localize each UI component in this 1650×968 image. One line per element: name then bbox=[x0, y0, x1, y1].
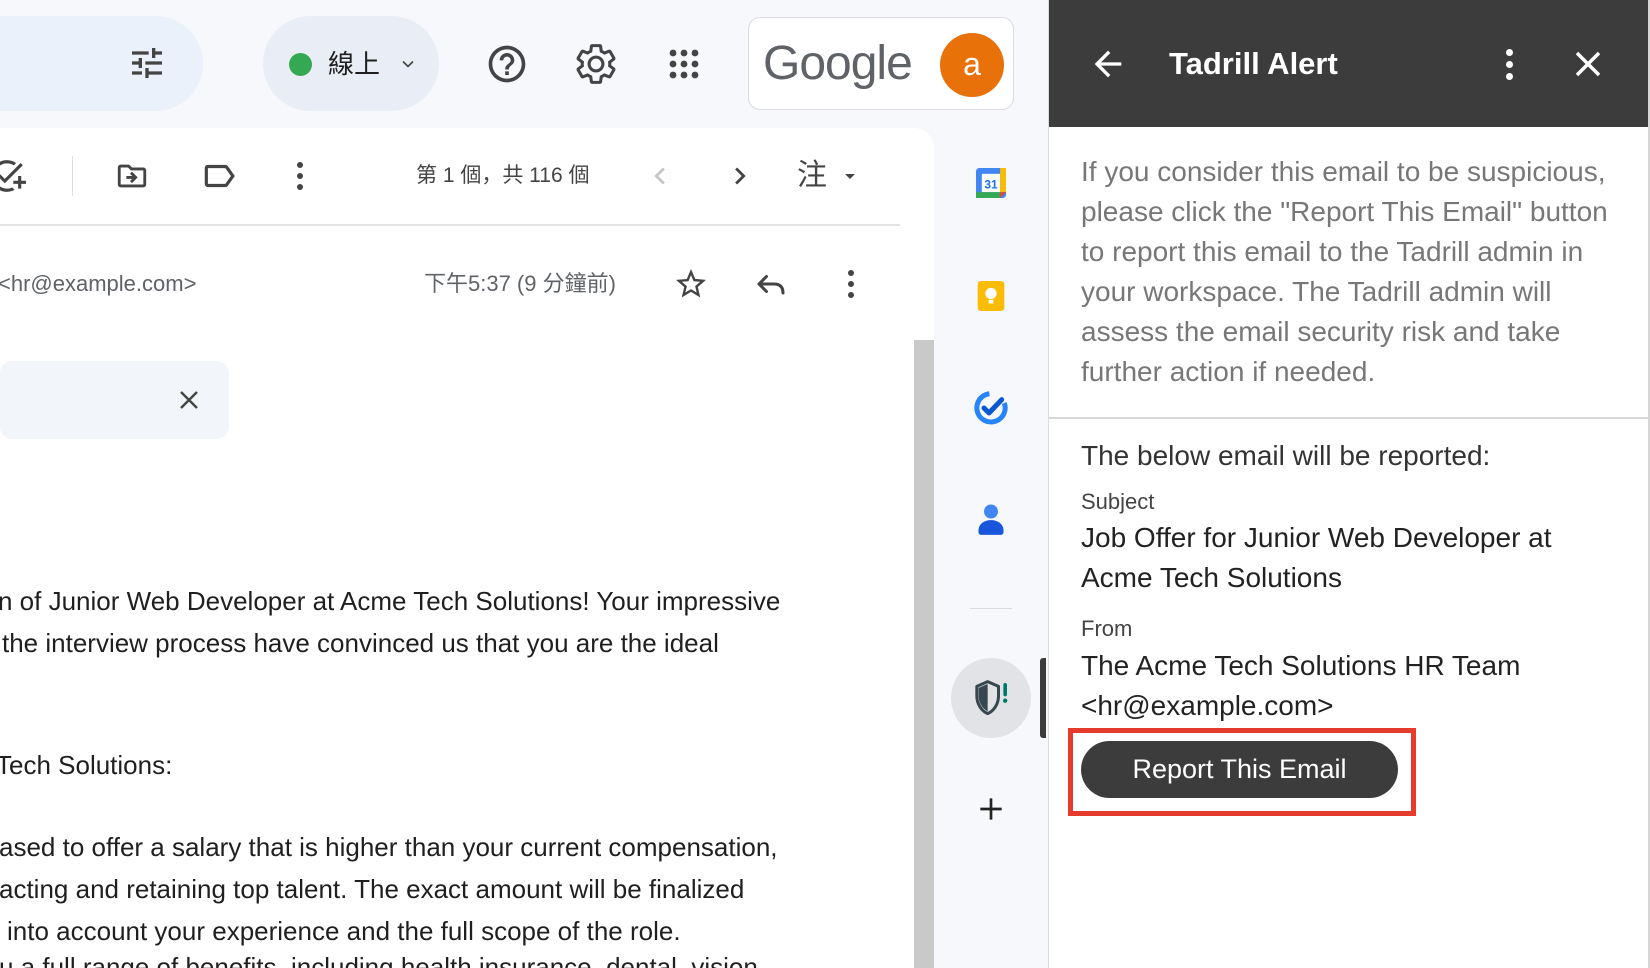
labels-button[interactable] bbox=[200, 157, 238, 195]
calendar-day: 31 bbox=[984, 177, 998, 191]
description-line: If you consider this email to be suspici… bbox=[1081, 156, 1606, 187]
back-button[interactable] bbox=[1088, 44, 1128, 84]
toolbar-divider bbox=[0, 224, 900, 226]
from-label: From bbox=[1081, 616, 1133, 641]
body-line: acting and retaining top talent. The exa… bbox=[0, 874, 745, 904]
scrollbar[interactable] bbox=[914, 340, 934, 968]
from-value: The Acme Tech Solutions HR Team <hr@exam… bbox=[1081, 646, 1520, 726]
input-tools-dropdown[interactable] bbox=[838, 164, 862, 188]
subject-line: Job Offer for Junior Web Developer at bbox=[1081, 522, 1552, 553]
contacts-app-button[interactable] bbox=[971, 499, 1011, 539]
close-icon bbox=[1575, 51, 1601, 77]
description-line: your workspace. The Tadrill admin will bbox=[1081, 276, 1552, 307]
add-icon bbox=[980, 798, 1002, 820]
body-line: ased to offer a salary that is higher th… bbox=[0, 832, 778, 862]
addon-header: Tadrill Alert bbox=[1049, 0, 1648, 127]
subject-line: Acme Tech Solutions bbox=[1081, 562, 1342, 593]
tasks-icon bbox=[974, 391, 1008, 425]
sender-email: <hr@example.com> bbox=[0, 271, 197, 296]
addon-title: Tadrill Alert bbox=[1169, 46, 1338, 81]
add-task-icon bbox=[0, 160, 26, 192]
chevron-down-icon bbox=[402, 60, 414, 68]
calendar-icon: 31 bbox=[976, 168, 1006, 198]
newer-button[interactable] bbox=[643, 159, 677, 193]
label-icon bbox=[204, 164, 235, 188]
dismiss-notice-button[interactable] bbox=[178, 389, 200, 411]
more-vert-icon bbox=[848, 270, 854, 276]
help-button[interactable] bbox=[485, 42, 529, 86]
status-online-dot bbox=[289, 53, 312, 76]
body-line: n of Junior Web Developer at Acme Tech S… bbox=[0, 586, 781, 616]
help-icon bbox=[488, 45, 526, 83]
addon-description: If you consider this email to be suspici… bbox=[1081, 152, 1608, 392]
active-app-indicator bbox=[1040, 658, 1046, 738]
arrow-back-icon bbox=[1094, 50, 1122, 78]
description-line: further action if needed. bbox=[1081, 356, 1376, 387]
section-divider bbox=[1049, 417, 1648, 419]
settings-button[interactable] bbox=[573, 41, 619, 87]
toolbar-more-button[interactable] bbox=[290, 158, 310, 194]
from-line: The Acme Tech Solutions HR Team bbox=[1081, 650, 1521, 681]
toolbar-separator bbox=[72, 156, 73, 196]
addon-more-button[interactable] bbox=[1499, 46, 1519, 82]
input-tools-button[interactable]: 注 bbox=[797, 156, 827, 196]
avatar[interactable]: a bbox=[940, 33, 1004, 97]
arrow-drop-down-icon bbox=[845, 174, 855, 179]
google-logo: Google bbox=[763, 37, 913, 90]
report-intro: The below email will be reported: bbox=[1081, 440, 1491, 471]
contacts-icon bbox=[978, 504, 1004, 535]
star-outline-icon bbox=[676, 269, 706, 298]
subject-value: Job Offer for Junior Web Developer at Ac… bbox=[1081, 518, 1552, 598]
close-addon-button[interactable] bbox=[1567, 43, 1609, 85]
more-vert-icon bbox=[297, 162, 303, 168]
keep-app-button[interactable] bbox=[971, 276, 1011, 316]
older-button[interactable] bbox=[723, 159, 757, 193]
star-button[interactable] bbox=[673, 266, 709, 302]
chevron-left-icon bbox=[654, 167, 665, 185]
message-more-button[interactable] bbox=[841, 266, 861, 302]
move-to-icon bbox=[117, 164, 147, 188]
pagination-count: 第 1 個，共 116 個 bbox=[416, 164, 590, 187]
body-line: u a full range of benefits, including he… bbox=[0, 952, 758, 968]
apps-icon bbox=[669, 49, 699, 79]
description-line: please click the "Report This Email" but… bbox=[1081, 196, 1608, 227]
tasks-app-button[interactable] bbox=[971, 387, 1011, 427]
google-apps-button[interactable] bbox=[668, 48, 700, 80]
subject-label: Subject bbox=[1081, 489, 1155, 514]
status-label: 線上 bbox=[328, 49, 381, 79]
google-account-button[interactable]: Google a bbox=[748, 17, 1014, 110]
report-this-email-button[interactable]: Report This Email bbox=[1081, 741, 1398, 798]
move-to-button[interactable] bbox=[115, 159, 149, 193]
from-line: <hr@example.com> bbox=[1081, 690, 1334, 721]
search-options-button[interactable] bbox=[127, 43, 167, 83]
status-chip[interactable]: 線上 bbox=[263, 16, 439, 111]
close-icon bbox=[180, 391, 198, 409]
add-to-tasks-button[interactable] bbox=[0, 157, 26, 195]
tune-icon bbox=[132, 48, 162, 78]
tadrill-shield-icon bbox=[975, 680, 1008, 716]
gear-icon bbox=[576, 44, 616, 84]
body-line: Tech Solutions: bbox=[0, 750, 173, 780]
search-bar[interactable] bbox=[0, 16, 203, 111]
tadrill-app-button[interactable] bbox=[951, 658, 1031, 738]
reply-icon bbox=[757, 275, 785, 295]
chevron-right-icon bbox=[735, 167, 746, 185]
body-line: the interview process have convinced us … bbox=[2, 628, 719, 658]
more-vert-icon bbox=[1505, 48, 1513, 56]
message-view: 第 1 個，共 116 個 注 <hr@example.com> 下午5:37 … bbox=[0, 128, 934, 968]
side-panel-rail: 31 bbox=[934, 128, 1048, 968]
tadrill-addon-panel: Tadrill Alert If you consider this email… bbox=[1048, 0, 1650, 968]
reply-button[interactable] bbox=[753, 266, 789, 302]
keep-icon bbox=[977, 281, 1005, 311]
description-line: to report this email to the Tadrill admi… bbox=[1081, 236, 1584, 267]
calendar-app-button[interactable]: 31 bbox=[971, 163, 1011, 203]
get-addons-button[interactable] bbox=[975, 793, 1007, 825]
description-line: assess the email security risk and take bbox=[1081, 316, 1561, 347]
rail-divider bbox=[970, 608, 1012, 609]
message-timestamp: 下午5:37 (9 分鐘前) bbox=[424, 271, 616, 296]
